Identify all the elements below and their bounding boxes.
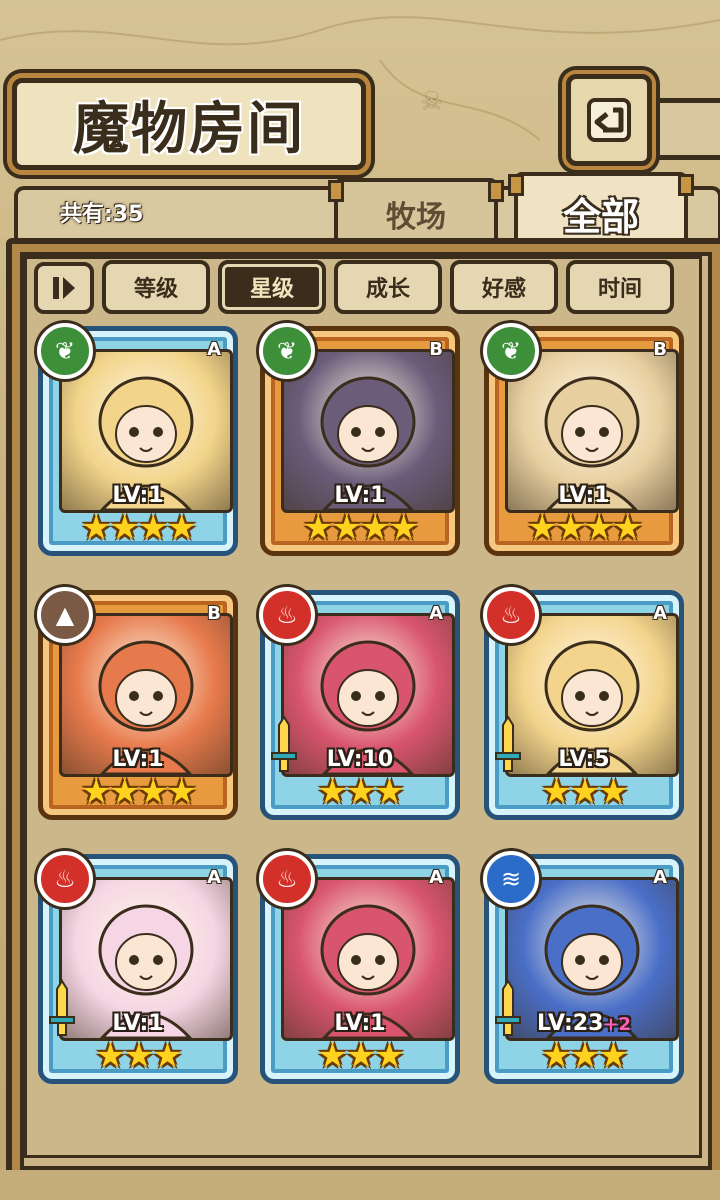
page-title: 魔物房间: [73, 96, 305, 162]
star-rating: ★★★★: [81, 772, 197, 812]
back-button[interactable]: [566, 74, 652, 166]
filter-affection[interactable]: 好感: [450, 260, 558, 314]
level-text: LV:1: [112, 483, 164, 508]
star-rating: ★★★★: [303, 508, 419, 548]
level-label: LV:1: [265, 483, 455, 508]
level-text: LV:1: [334, 1011, 386, 1036]
level-text: LV:1: [334, 483, 386, 508]
level-text: LV:1: [112, 747, 164, 772]
tab-all-label: 全部: [562, 194, 639, 239]
fire-element-icon: ♨: [483, 587, 539, 643]
star-rating: ★★★★: [81, 508, 197, 548]
filter-affection-label: 好感: [481, 277, 526, 302]
sort-order-icon: [53, 277, 75, 299]
rank-label: A: [653, 867, 667, 888]
rank-label: A: [429, 603, 443, 624]
rank-label: A: [207, 339, 221, 360]
level-label: LV:1: [489, 483, 679, 508]
level-plus: +2: [603, 1014, 632, 1035]
tab-pin: [678, 174, 694, 196]
filter-time[interactable]: 时间: [566, 260, 674, 314]
grass-element-icon: ❦: [37, 323, 93, 379]
star-rating: ★★★: [541, 772, 628, 812]
rank-label: A: [429, 867, 443, 888]
filter-stars-label: 星级: [249, 277, 294, 302]
svg-text:☠: ☠: [420, 87, 443, 117]
filter-growth[interactable]: 成长: [334, 260, 442, 314]
star-rating: ★★★: [317, 772, 404, 812]
monster-card[interactable]: ❦ B LV:1 ★★★★: [483, 323, 684, 556]
back-arrow-icon: [587, 98, 631, 142]
rank-label: A: [653, 603, 667, 624]
monster-card[interactable]: ♨ A LV:1 ★★★: [259, 851, 460, 1084]
bottom-rail: [0, 1170, 720, 1200]
level-label: LV:1: [43, 1011, 233, 1036]
tab-pin: [328, 180, 344, 202]
level-text: LV:23: [536, 1011, 604, 1036]
grass-element-icon: ❦: [259, 323, 315, 379]
monster-card[interactable]: ♨ A LV:10 ★★★: [259, 587, 460, 820]
level-text: LV:10: [326, 747, 394, 772]
star-rating: ★★★: [317, 1036, 404, 1076]
level-text: LV:1: [558, 483, 610, 508]
star-rating: ★★★: [95, 1036, 182, 1076]
level-text: LV:5: [558, 747, 610, 772]
filter-growth-label: 成长: [365, 277, 410, 302]
rank-label: B: [429, 339, 443, 360]
rank-label: B: [653, 339, 667, 360]
rank-label: A: [207, 867, 221, 888]
fire-element-icon: ♨: [259, 851, 315, 907]
level-text: LV:1: [112, 1011, 164, 1036]
grass-element-icon: ❦: [483, 323, 539, 379]
monster-card[interactable]: ❦ A LV:1 ★★★★: [37, 323, 238, 556]
star-rating: ★★★: [541, 1036, 628, 1076]
filter-stars[interactable]: 星级: [218, 260, 326, 314]
water-element-icon: ≋: [483, 851, 539, 907]
monster-card[interactable]: ♨ A LV:1 ★★★: [37, 851, 238, 1084]
tab-pasture[interactable]: 牧场: [328, 178, 504, 246]
filter-time-label: 时间: [597, 277, 642, 302]
monster-count: 共有:35: [60, 202, 144, 227]
tab-pasture-label: 牧场: [386, 200, 446, 235]
star-rating: ★★★★: [527, 508, 643, 548]
rank-label: B: [207, 603, 221, 624]
tab-pin: [508, 174, 524, 196]
monster-card[interactable]: ≋ A LV:23+2 ★★★: [483, 851, 684, 1084]
level-label: LV:5: [489, 747, 679, 772]
level-label: LV:1: [265, 1011, 455, 1036]
fire-element-icon: ♨: [37, 851, 93, 907]
monster-card[interactable]: ♨ A LV:5 ★★★: [483, 587, 684, 820]
level-label: LV:23+2: [489, 1011, 679, 1036]
back-rail: [650, 98, 720, 160]
tab-pin: [488, 180, 504, 202]
monster-card[interactable]: ▲ B LV:1 ★★★★: [37, 587, 238, 820]
level-label: LV:10: [265, 747, 455, 772]
level-label: LV:1: [43, 747, 233, 772]
title-plate: 魔物房间: [12, 78, 366, 170]
level-label: LV:1: [43, 483, 233, 508]
sort-order-toggle[interactable]: [34, 262, 94, 314]
filter-level[interactable]: 等级: [102, 260, 210, 314]
fire-element-icon: ♨: [259, 587, 315, 643]
earth-element-icon: ▲: [37, 587, 93, 643]
monster-card[interactable]: ❦ B LV:1 ★★★★: [259, 323, 460, 556]
filter-level-label: 等级: [133, 277, 178, 302]
